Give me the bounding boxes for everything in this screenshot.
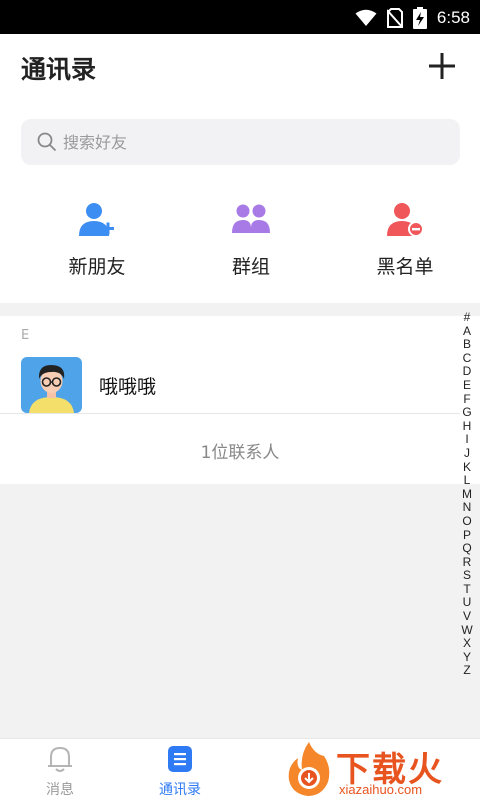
contact-name: 哦哦哦 bbox=[99, 376, 157, 398]
group-icon bbox=[232, 204, 270, 233]
no-sim-icon bbox=[386, 8, 403, 28]
index-letter[interactable]: Q bbox=[462, 541, 471, 556]
group-button[interactable]: 群组 bbox=[171, 200, 331, 279]
tab-messages[interactable]: 消息 bbox=[0, 745, 120, 799]
watermark-logo: 下载火 xiazaihuo.com bbox=[284, 738, 480, 800]
divider bbox=[0, 413, 460, 414]
index-letter[interactable]: O bbox=[462, 514, 471, 529]
blacklist-icon bbox=[387, 203, 424, 237]
status-bar: 6:58 bbox=[0, 0, 480, 34]
index-letter[interactable]: G bbox=[462, 406, 471, 420]
new-friend-icon bbox=[79, 203, 114, 236]
index-letter[interactable]: Y bbox=[463, 650, 471, 665]
contact-count: 1位联系人 bbox=[200, 443, 280, 463]
search-box[interactable] bbox=[21, 119, 460, 165]
index-letter[interactable]: L bbox=[464, 474, 471, 488]
alphabet-index-bar[interactable]: # A B C D E F G H I J K L M N O P Q R S T U V W X Y Z bbox=[460, 310, 474, 678]
index-letter[interactable]: V bbox=[463, 609, 471, 624]
tab-contacts-label: 通讯录 bbox=[159, 782, 201, 798]
section-header: E bbox=[21, 328, 30, 343]
index-letter[interactable]: X bbox=[463, 637, 471, 651]
index-letter[interactable]: N bbox=[463, 501, 472, 515]
blacklist-button[interactable]: 黑名单 bbox=[325, 200, 480, 279]
index-letter[interactable]: J bbox=[464, 446, 470, 461]
flame-logo-icon bbox=[288, 742, 330, 796]
blacklist-label: 黑名单 bbox=[376, 256, 434, 278]
tab-contacts[interactable]: 通讯录 bbox=[120, 745, 240, 799]
index-letter[interactable]: D bbox=[463, 365, 472, 379]
status-time: 6:58 bbox=[436, 8, 470, 27]
new-friend-button[interactable]: 新朋友 bbox=[17, 200, 177, 279]
app-bar: 通讯录 bbox=[0, 34, 480, 100]
index-letter[interactable]: C bbox=[463, 351, 472, 366]
contact-list: E 哦哦哦 1位联系人 bbox=[0, 316, 480, 484]
index-letter[interactable]: W bbox=[461, 623, 472, 638]
index-letter[interactable]: K bbox=[463, 460, 471, 475]
wifi-icon bbox=[355, 9, 377, 26]
search-input[interactable] bbox=[61, 131, 445, 153]
index-letter[interactable]: A bbox=[463, 324, 471, 339]
avatar bbox=[21, 357, 82, 413]
index-letter[interactable]: U bbox=[463, 596, 472, 610]
search-icon bbox=[37, 132, 57, 152]
new-friend-label: 新朋友 bbox=[68, 256, 126, 278]
index-letter[interactable]: B bbox=[463, 338, 471, 352]
battery-charging-icon bbox=[412, 7, 427, 29]
index-letter[interactable]: M bbox=[462, 487, 472, 502]
index-letter[interactable]: E bbox=[463, 378, 471, 393]
contact-row[interactable]: 哦哦哦 bbox=[0, 354, 460, 413]
bell-icon bbox=[48, 746, 72, 772]
status-icons: 6:58 bbox=[355, 7, 470, 29]
contacts-icon bbox=[168, 746, 192, 772]
page-title: 通讯录 bbox=[21, 55, 97, 84]
index-letter[interactable]: S bbox=[463, 569, 471, 583]
tab-messages-label: 消息 bbox=[46, 782, 74, 798]
index-letter[interactable]: T bbox=[463, 582, 470, 597]
watermark-subtitle: xiazaihuo.com bbox=[339, 782, 423, 797]
index-letter[interactable]: P bbox=[463, 528, 471, 543]
top-area: 新朋友 群组 黑名单 bbox=[0, 100, 480, 303]
index-letter[interactable]: I bbox=[465, 433, 468, 447]
index-letter[interactable]: H bbox=[463, 419, 472, 434]
index-letter[interactable]: F bbox=[463, 392, 470, 407]
add-contact-button[interactable] bbox=[426, 50, 458, 82]
index-letter[interactable]: R bbox=[463, 555, 472, 570]
group-label: 群组 bbox=[231, 256, 270, 278]
index-letter[interactable]: # bbox=[464, 310, 471, 325]
index-letter[interactable]: Z bbox=[463, 664, 470, 678]
